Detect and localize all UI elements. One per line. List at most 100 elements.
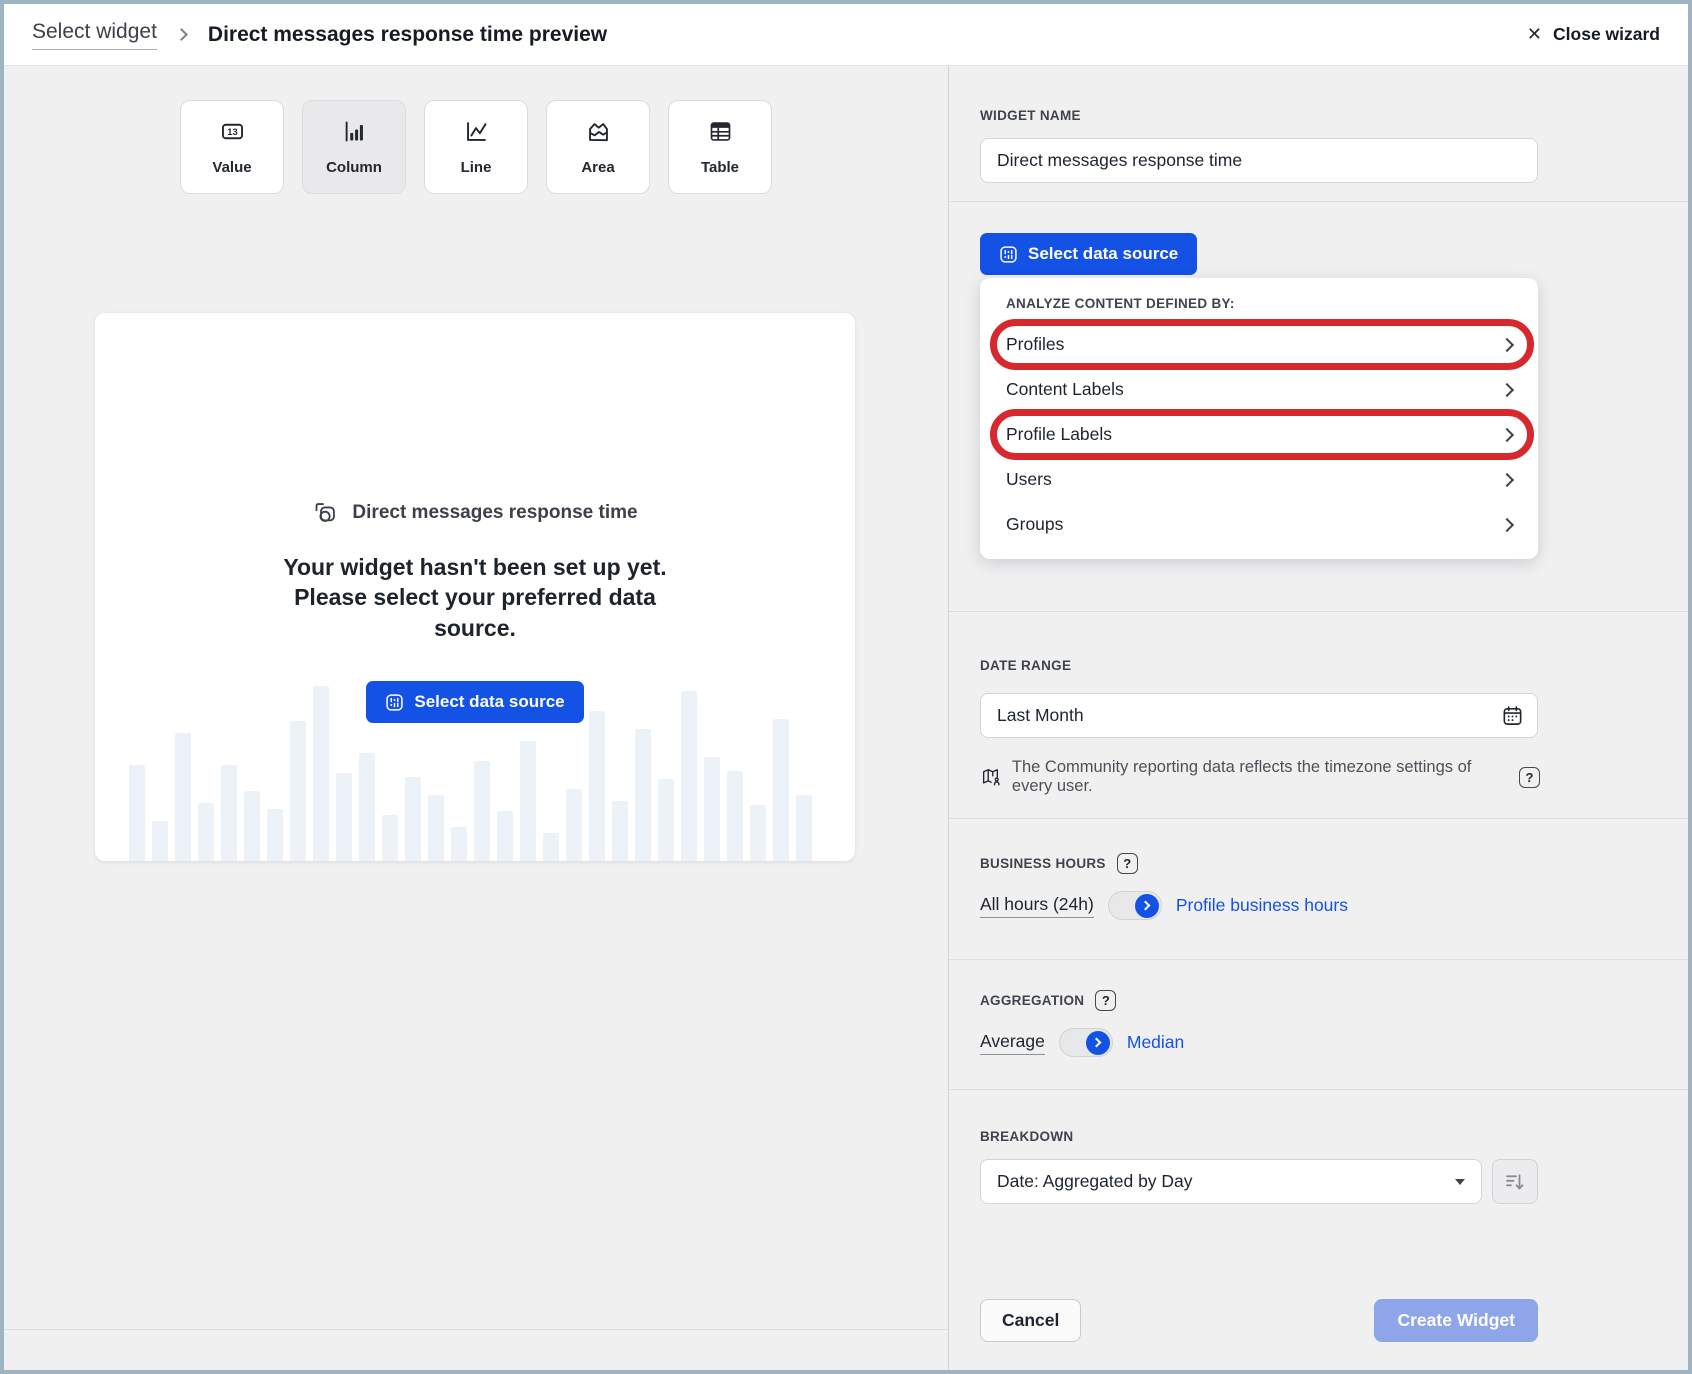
date-range-label: DATE RANGE bbox=[980, 658, 1688, 673]
chart-bar bbox=[405, 777, 421, 861]
chart-bar bbox=[589, 711, 605, 861]
chart-bar bbox=[566, 789, 582, 861]
widget-icon bbox=[312, 499, 339, 526]
breakdown-value: Date: Aggregated by Day bbox=[997, 1171, 1193, 1192]
business-hours-toggle[interactable] bbox=[1108, 891, 1162, 920]
cancel-button[interactable]: Cancel bbox=[980, 1299, 1081, 1342]
svg-text:13: 13 bbox=[227, 127, 237, 137]
select-data-source-button[interactable]: Select data source bbox=[366, 681, 583, 723]
data-source-option-groups[interactable]: Groups bbox=[980, 502, 1538, 547]
preview-canvas: 13 Value Column Line Area Table Direct messag… bbox=[4, 66, 948, 1370]
option-label: Groups bbox=[1006, 514, 1063, 535]
business-hours-help-icon[interactable]: ? bbox=[1117, 853, 1138, 874]
chevron-right-icon bbox=[1140, 901, 1150, 911]
data-source-option-users[interactable]: Users bbox=[980, 457, 1538, 502]
chart-bar bbox=[428, 795, 444, 861]
average-option[interactable]: Average bbox=[980, 1031, 1045, 1055]
chart-bar bbox=[290, 721, 306, 861]
chart-bar bbox=[382, 815, 398, 861]
data-source-icon bbox=[999, 245, 1018, 264]
widget-type-table[interactable]: Table bbox=[668, 100, 772, 194]
calendar-icon bbox=[1501, 704, 1524, 727]
timezone-note: The Community reporting data reflects th… bbox=[1012, 758, 1509, 796]
profile-business-hours-option[interactable]: Profile business hours bbox=[1176, 895, 1348, 916]
toggle-knob bbox=[1135, 894, 1159, 918]
data-source-option-profile-labels[interactable]: Profile Labels bbox=[980, 412, 1538, 457]
widget-name-input[interactable] bbox=[980, 138, 1538, 183]
business-hours-label: BUSINESS HOURS bbox=[980, 856, 1106, 871]
aggregation-toggle[interactable] bbox=[1059, 1028, 1113, 1057]
select-data-source-button-panel[interactable]: Select data source bbox=[980, 233, 1197, 275]
table-chart-icon bbox=[707, 118, 734, 150]
widget-type-label: Column bbox=[326, 159, 382, 176]
chart-bar bbox=[474, 761, 490, 861]
column-chart-icon bbox=[341, 118, 368, 150]
option-label: Profile Labels bbox=[1006, 424, 1112, 445]
sort-descending-icon bbox=[1503, 1170, 1527, 1194]
breadcrumb-chevron-icon bbox=[175, 28, 188, 41]
widget-type-area[interactable]: Area bbox=[546, 100, 650, 194]
caret-down-icon bbox=[1455, 1179, 1465, 1185]
chart-bar bbox=[750, 805, 766, 861]
data-source-option-profiles[interactable]: Profiles bbox=[980, 322, 1538, 367]
close-wizard-button[interactable]: ✕ Close wizard bbox=[1527, 24, 1660, 45]
widget-type-label: Line bbox=[461, 159, 492, 176]
widget-name-label: WIDGET NAME bbox=[980, 108, 1688, 123]
settings-panel: WIDGET NAME Select data source ANALYZE C… bbox=[948, 66, 1688, 1370]
data-source-dropdown: ANALYZE CONTENT DEFINED BY: Profiles Cont… bbox=[980, 278, 1538, 559]
chart-bar bbox=[221, 765, 237, 861]
chart-bar bbox=[267, 809, 283, 861]
aggregation-help-icon[interactable]: ? bbox=[1095, 990, 1116, 1011]
breadcrumb-select-widget[interactable]: Select widget bbox=[32, 20, 157, 50]
chart-bar bbox=[152, 821, 168, 861]
date-range-value: Last Month bbox=[997, 705, 1084, 726]
chart-bar bbox=[198, 803, 214, 861]
chart-bar bbox=[635, 729, 651, 861]
chart-bar bbox=[451, 827, 467, 861]
toggle-knob bbox=[1086, 1031, 1110, 1055]
widget-type-selector: 13 Value Column Line Area Table bbox=[4, 100, 948, 194]
chevron-right-icon bbox=[1500, 337, 1514, 351]
sort-order-button[interactable] bbox=[1492, 1159, 1538, 1204]
value-chart-icon: 13 bbox=[219, 118, 246, 150]
all-hours-option[interactable]: All hours (24h) bbox=[980, 894, 1094, 918]
chevron-right-icon bbox=[1091, 1038, 1101, 1048]
option-label: Profiles bbox=[1006, 334, 1064, 355]
chart-bar bbox=[543, 833, 559, 861]
widget-type-label: Table bbox=[701, 159, 739, 176]
data-source-option-content-labels[interactable]: Content Labels bbox=[980, 367, 1538, 412]
dropdown-header: ANALYZE CONTENT DEFINED BY: bbox=[980, 296, 1538, 322]
widget-type-column[interactable]: Column bbox=[302, 100, 406, 194]
timezone-map-icon bbox=[980, 765, 1002, 789]
create-widget-button[interactable]: Create Widget bbox=[1374, 1299, 1538, 1342]
help-icon[interactable]: ? bbox=[1519, 767, 1540, 788]
chart-bar bbox=[704, 757, 720, 861]
chart-bar bbox=[612, 801, 628, 861]
chart-bar bbox=[359, 753, 375, 861]
wizard-window: Select widget Direct messages response t… bbox=[4, 4, 1688, 1370]
chart-bar bbox=[129, 765, 145, 861]
preview-widget-title: Direct messages response time bbox=[352, 502, 637, 524]
chart-bar bbox=[773, 719, 789, 861]
close-icon: ✕ bbox=[1527, 24, 1542, 45]
aggregation-label: AGGREGATION bbox=[980, 993, 1084, 1008]
chart-bar bbox=[336, 773, 352, 861]
wizard-header: Select widget Direct messages response t… bbox=[4, 4, 1688, 66]
widget-type-label: Area bbox=[581, 159, 614, 176]
chevron-right-icon bbox=[1500, 472, 1514, 486]
data-source-icon bbox=[385, 693, 404, 712]
chart-bar bbox=[658, 779, 674, 861]
date-range-picker[interactable]: Last Month bbox=[980, 693, 1538, 738]
chart-bar bbox=[244, 791, 260, 861]
breakdown-select[interactable]: Date: Aggregated by Day bbox=[980, 1159, 1482, 1204]
line-chart-icon bbox=[463, 118, 490, 150]
chart-bar bbox=[497, 811, 513, 861]
widget-type-label: Value bbox=[212, 159, 251, 176]
widget-type-value[interactable]: 13 Value bbox=[180, 100, 284, 194]
setup-message: Your widget hasn't been set up yet. Plea… bbox=[255, 552, 695, 643]
median-option[interactable]: Median bbox=[1127, 1032, 1184, 1053]
chevron-right-icon bbox=[1500, 517, 1514, 531]
red-highlight-annotation bbox=[990, 319, 1534, 370]
widget-type-line[interactable]: Line bbox=[424, 100, 528, 194]
option-label: Users bbox=[1006, 469, 1052, 490]
